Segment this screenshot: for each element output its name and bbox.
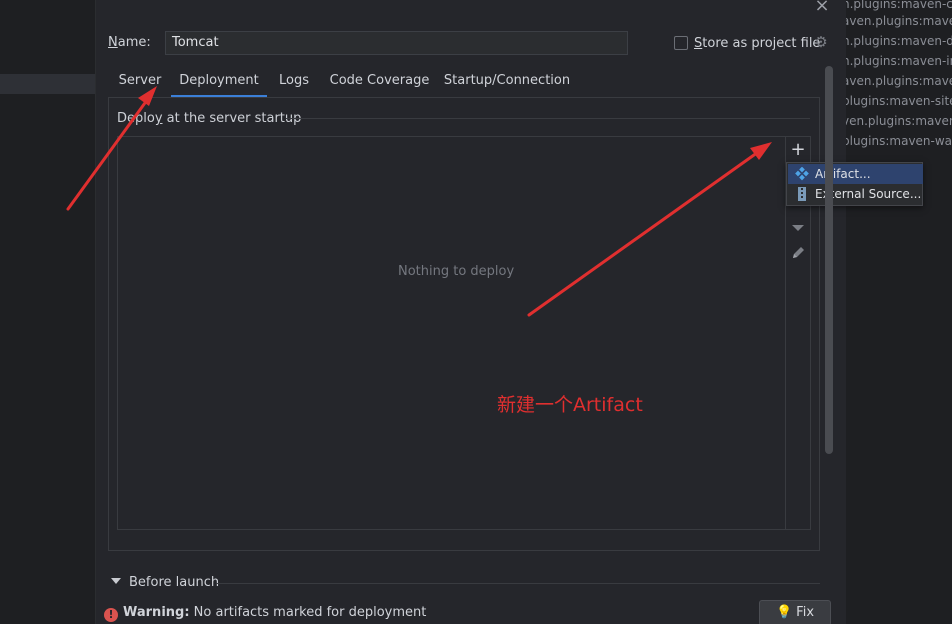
error-icon: ! — [104, 608, 118, 622]
popup-item-artifact[interactable]: Artifact... — [788, 164, 923, 184]
popup-item-label: Artifact... — [815, 167, 871, 181]
annotation-text: 新建一个Artifact — [497, 394, 643, 416]
before-launch-toggle[interactable]: Before launch — [111, 575, 219, 591]
store-as-project-file-label[interactable]: Store as project file — [694, 35, 820, 53]
deploy-list[interactable] — [117, 136, 811, 530]
log-line: aven.plugins:maven-d — [842, 14, 952, 28]
fix-button[interactable]: 💡 Fix — [759, 600, 831, 624]
tab-server[interactable]: Server — [114, 72, 166, 98]
name-label: Name: — [108, 35, 151, 50]
archive-icon — [795, 187, 809, 201]
log-line: plugins:maven-site — [842, 94, 952, 108]
tab-code-coverage[interactable]: Code Coverage — [327, 72, 432, 98]
pencil-icon[interactable] — [789, 244, 807, 262]
close-icon[interactable]: × — [814, 0, 830, 15]
add-deployment-popup: Artifact... External Source... — [786, 162, 923, 206]
background-build-log: n.plugins:maven-cle aven.plugins:maven-d… — [836, 0, 952, 160]
name-input[interactable]: Tomcat — [165, 31, 628, 55]
deploy-section-title: Deploy at the server startup — [117, 111, 302, 126]
log-line: n.plugins:maven-d — [842, 34, 952, 48]
section-divider — [286, 118, 810, 119]
log-line: n.plugins:maven-in — [842, 54, 952, 68]
bulb-icon: 💡 — [775, 605, 793, 620]
gear-icon[interactable]: ⚙ — [813, 34, 829, 50]
popup-item-external-source[interactable]: External Source... — [788, 184, 923, 204]
empty-list-text: Nothing to deploy — [398, 264, 515, 279]
artifact-icon — [795, 166, 809, 181]
chevron-down-icon — [111, 578, 121, 584]
log-line: ven.plugins:maven- — [842, 114, 952, 128]
before-launch-divider — [216, 583, 820, 584]
arrow-down-icon[interactable] — [789, 220, 807, 236]
tab-deployment[interactable]: Deployment — [171, 72, 267, 98]
store-as-project-file-checkbox[interactable] — [674, 36, 688, 50]
selected-configuration-row[interactable] — [0, 74, 95, 94]
plus-icon[interactable]: + — [789, 140, 807, 160]
log-line: plugins:maven-war — [842, 134, 952, 148]
warning-message: ! Warning: No artifacts marked for deploy… — [104, 604, 426, 622]
log-line: aven.plugins:mave — [842, 74, 952, 88]
tab-startup-connection[interactable]: Startup/Connection — [443, 72, 571, 98]
tab-logs[interactable]: Logs — [274, 72, 314, 98]
dialog-scrollbar[interactable] — [825, 66, 833, 454]
